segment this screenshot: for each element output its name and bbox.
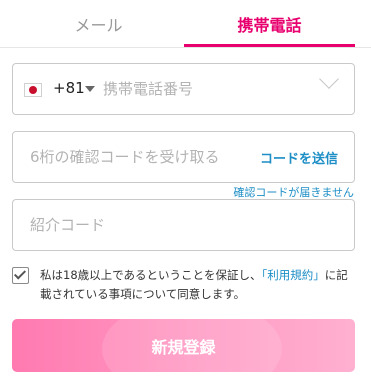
register-button[interactable]: 新規登録: [12, 319, 355, 372]
phone-number-input[interactable]: [103, 78, 323, 100]
country-code[interactable]: +81: [53, 79, 85, 97]
flag-circle: [29, 86, 37, 94]
tab-phone-label: 携帯電話: [237, 16, 302, 35]
tab-email[interactable]: メール: [13, 0, 184, 48]
japan-flag-icon[interactable]: [24, 83, 42, 97]
active-tab-indicator: [184, 44, 355, 47]
register-button-label: 新規登録: [151, 337, 216, 357]
verification-code-input[interactable]: [30, 146, 260, 168]
phone-field: +81: [12, 63, 355, 115]
agreement-text: 私は18歳以上であるということを保証し、「利用規約」に記載されている事項について…: [40, 266, 355, 304]
code-not-received-link[interactable]: 確認コードが届きません: [233, 184, 354, 200]
caret-down-icon[interactable]: [85, 86, 95, 92]
checkmark-icon: [13, 267, 27, 280]
agree-checkbox[interactable]: [12, 267, 29, 284]
login-method-tabs: メール 携帯電話: [0, 0, 371, 48]
tab-email-label: メール: [74, 16, 123, 35]
invite-code-field: [12, 199, 355, 251]
tab-phone[interactable]: 携帯電話: [184, 0, 355, 48]
agreement-text-before: 私は18歳以上であるということを保証し、: [40, 268, 262, 282]
agreement-section: 私は18歳以上であるということを保証し、「利用規約」に記載されている事項について…: [12, 262, 355, 306]
terms-link[interactable]: 「利用規約」: [262, 268, 325, 282]
verification-code-field: コードを送信: [12, 131, 355, 183]
invite-code-input[interactable]: [30, 214, 330, 236]
send-code-button[interactable]: コードを送信: [260, 148, 338, 167]
